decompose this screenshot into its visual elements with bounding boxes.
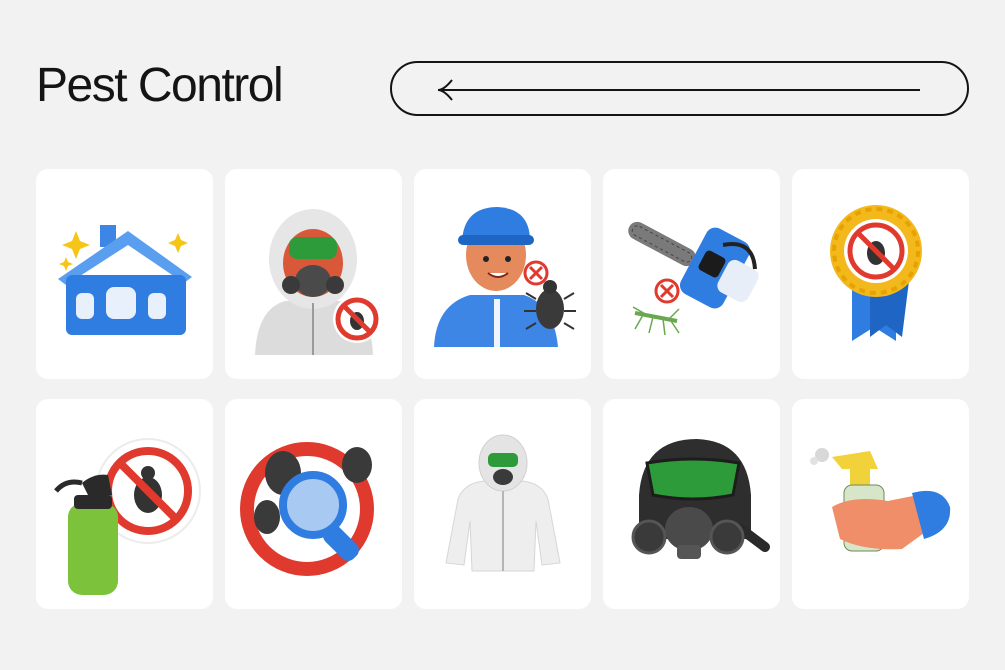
icon-card[interactable] (225, 399, 402, 609)
back-button[interactable] (390, 61, 969, 116)
icon-card[interactable] (603, 399, 780, 609)
icon-card[interactable] (792, 169, 969, 379)
gas-mask-icon (631, 439, 770, 559)
icon-card[interactable] (414, 399, 591, 609)
arrow-left-icon (437, 79, 920, 101)
page-title: Pest Control (36, 59, 284, 112)
house-icon (58, 225, 192, 335)
pest-free-badge-icon (830, 205, 922, 341)
icon-card[interactable] (414, 169, 591, 379)
fogger-machine-icon (628, 221, 759, 336)
bug-inspection-icon (240, 442, 374, 576)
icon-grid (36, 169, 969, 609)
icon-card[interactable] (225, 169, 402, 379)
icon-card[interactable] (603, 169, 780, 379)
exterminator-icon (434, 207, 576, 347)
protective-suit-icon (445, 434, 561, 572)
icon-card[interactable] (36, 399, 213, 609)
icon-card[interactable] (792, 399, 969, 609)
spray-bottle-icon (54, 438, 201, 595)
hand-spray-icon (810, 448, 951, 552)
icon-card[interactable] (36, 169, 213, 379)
hazmat-worker-icon (255, 209, 381, 355)
